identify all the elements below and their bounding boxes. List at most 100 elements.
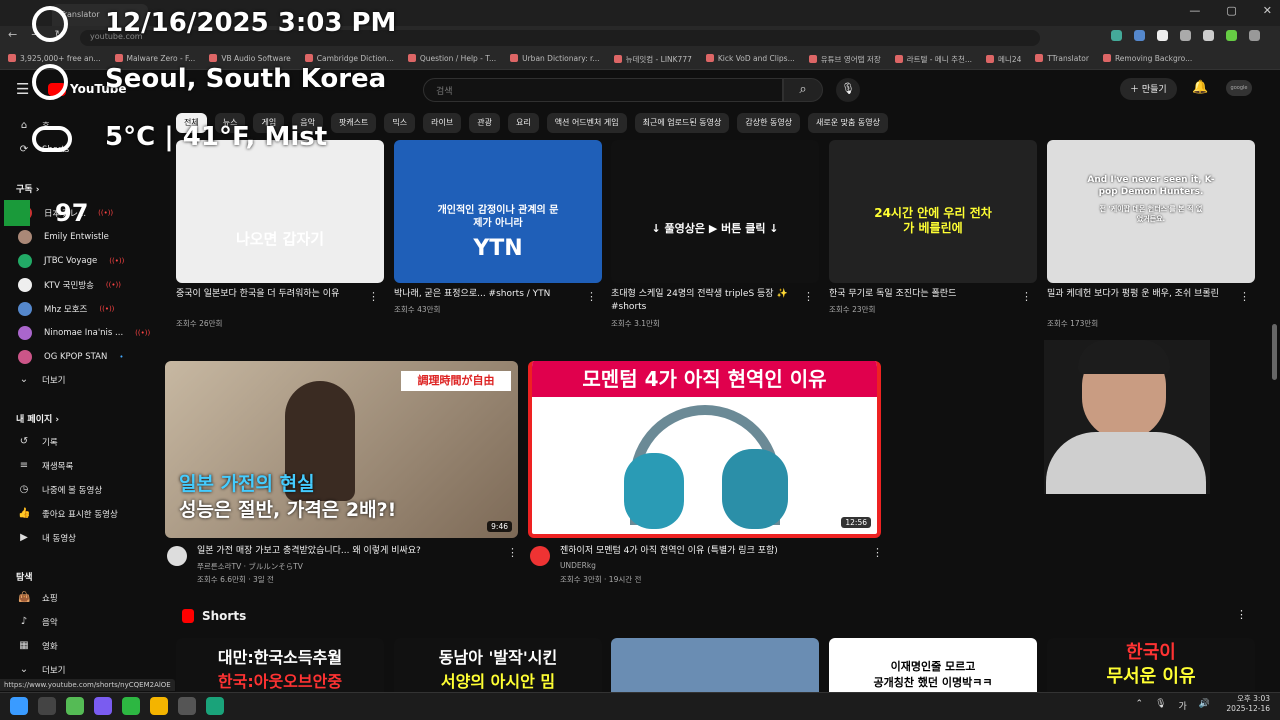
extension-icon[interactable] xyxy=(1111,30,1122,41)
short-card[interactable]: 동남아 '발작'시킨 서양의 아시안 밈 xyxy=(394,638,602,692)
video-card[interactable]: 調理時間が自由 일본 가전의 현실 성능은 절반, 가격은 2배?! 9:46 … xyxy=(165,361,518,591)
short-card[interactable]: 한국이 무서운 이유 xyxy=(1047,638,1255,692)
bookmark-item[interactable]: Removing Backgro... xyxy=(1103,54,1192,65)
video-card[interactable]: 24시간 안에 우리 전차가 베를린에 한국 무기로 독일 조진다는 폴란드 조… xyxy=(829,140,1037,330)
short-card[interactable]: 대만:한국소득추월 한국:아웃오브안중 xyxy=(176,638,384,692)
video-title[interactable]: 초대형 스케일 24명의 전략생 tripleS 등장 ✨ #shorts xyxy=(611,288,791,316)
bookmark-item[interactable]: 라트텔 - 메니 추천... xyxy=(895,54,972,65)
bookmark-item[interactable]: 3,925,000+ free an... xyxy=(8,54,101,65)
extension-icon[interactable] xyxy=(1226,30,1237,41)
sidebar-item-watch-later[interactable]: ◷ 나중에 볼 동영상 xyxy=(18,484,103,496)
chip[interactable]: 요리 xyxy=(507,113,539,133)
menu-icon[interactable] xyxy=(1249,30,1260,41)
close-window-button[interactable]: ✕ xyxy=(1263,4,1272,17)
chip[interactable]: 라이브 xyxy=(423,113,462,133)
more-options-icon[interactable]: ⋮ xyxy=(368,290,379,303)
sidebar-item-my-videos[interactable]: ▶ 내 동영상 xyxy=(18,532,76,544)
chip[interactable]: 팟캐스트 xyxy=(330,113,377,133)
video-title[interactable]: 박나래, 굳은 표정으로... #shorts / YTN xyxy=(394,288,574,302)
app-icon[interactable] xyxy=(66,697,84,715)
minimize-button[interactable]: — xyxy=(1189,4,1200,17)
channel-name[interactable]: UNDERkg xyxy=(560,561,596,570)
subscription-item[interactable]: Mhz 모호즈 ((•)) xyxy=(18,302,114,316)
video-title[interactable]: 일본 가전 매장 가보고 충격받았습니다... 왜 이렇게 비싸요? xyxy=(197,545,497,559)
hamburger-menu-icon[interactable]: ☰ xyxy=(16,80,29,98)
video-thumbnail[interactable]: 調理時間が自由 일본 가전의 현실 성능은 절반, 가격은 2배?! 9:46 xyxy=(165,361,518,538)
video-card[interactable]: 나오면 갑자기 중국이 일본보다 한국을 더 두려워하는 이유 조회수 26만회… xyxy=(176,140,384,330)
bookmark-item[interactable]: 유튜브 영어탭 저장 xyxy=(809,54,881,65)
video-title[interactable]: 젠하이저 모멘텀 4가 아직 현역인 이유 (특별가 링크 포함) xyxy=(560,545,860,559)
extension-icon[interactable] xyxy=(1157,30,1168,41)
search-button[interactable]: ⌕ xyxy=(783,78,823,102)
search-input[interactable]: 검색 xyxy=(423,78,783,102)
more-options-icon[interactable]: ⋮ xyxy=(803,290,814,303)
subscription-item[interactable]: OG KPOP STAN • xyxy=(18,350,123,364)
account-avatar[interactable]: google xyxy=(1226,80,1252,96)
video-title[interactable]: 한국 무기로 독일 조진다는 폴란드 xyxy=(829,288,1009,302)
sidebar-item-history[interactable]: ↺ 기록 xyxy=(18,436,58,448)
more-options-icon[interactable]: ⋮ xyxy=(1236,608,1247,621)
microphone-icon[interactable]: 🎙 xyxy=(1155,699,1166,712)
subscription-item[interactable]: Ninomae Ina'nis ... ((•)) xyxy=(18,326,150,340)
bookmark-item[interactable]: TTranslator xyxy=(1035,54,1089,65)
create-button[interactable]: ＋ 만들기 xyxy=(1120,78,1177,100)
bookmark-item[interactable]: Question / Help - T... xyxy=(408,54,496,65)
channel-avatar[interactable] xyxy=(530,546,550,566)
channel-name[interactable]: 쭈르른소라TV · ブルルンそらTV xyxy=(197,561,303,572)
extension-icon[interactable] xyxy=(1180,30,1191,41)
chrome-icon[interactable] xyxy=(150,697,168,715)
video-thumbnail[interactable]: ↓ 풀영상은 ▶ 버튼 클릭 ↓ xyxy=(611,140,819,283)
whatsapp-icon[interactable] xyxy=(122,697,140,715)
video-title[interactable]: 밀과 케데헌 보다가 펑펑 운 배우, 조쉬 브롤린 xyxy=(1047,288,1227,316)
ime-indicator[interactable]: 가 xyxy=(1179,699,1187,712)
video-thumbnail[interactable]: 모멘텀 4가 아직 현역인 이유 12:56 xyxy=(528,361,881,538)
voice-search-button[interactable]: 🎙 xyxy=(836,78,860,102)
video-thumbnail[interactable]: 24시간 안에 우리 전차가 베를린에 xyxy=(829,140,1037,283)
bookmark-item[interactable]: Urban Dictionary: r... xyxy=(510,54,599,65)
subscriptions-header[interactable]: 구독 › xyxy=(16,182,39,195)
discord-icon[interactable] xyxy=(94,697,112,715)
chip[interactable]: 관광 xyxy=(469,113,500,133)
more-options-icon[interactable]: ⋮ xyxy=(586,290,597,303)
extension-icon[interactable] xyxy=(1134,30,1145,41)
sidebar-item-music[interactable]: ♪ 음악 xyxy=(18,616,58,628)
chip[interactable]: 액션 어드벤처 게임 xyxy=(546,113,627,133)
sidebar-item-liked[interactable]: 👍 좋아요 표시한 동영상 xyxy=(18,508,118,520)
short-card[interactable] xyxy=(611,638,819,692)
subscription-item[interactable]: Emily Entwistle xyxy=(18,230,109,244)
chip[interactable]: 최근에 업로드된 동영상 xyxy=(634,113,730,133)
video-thumbnail[interactable]: And I've never seen it, K-pop Demon Hunt… xyxy=(1047,140,1255,283)
video-card[interactable]: And I've never seen it, K-pop Demon Hunt… xyxy=(1047,140,1255,330)
sidebar-item-movies[interactable]: ▦ 영화 xyxy=(18,640,57,652)
maximize-button[interactable]: ▢ xyxy=(1226,4,1236,17)
app-icon[interactable] xyxy=(178,697,196,715)
scrollbar-thumb[interactable] xyxy=(1272,324,1277,380)
search-icon[interactable] xyxy=(38,697,56,715)
sidebar-item-more[interactable]: ⌄ 더보기 xyxy=(18,374,66,386)
video-card[interactable]: 개인적인 감정이나 관계의 문제가 아니라 YTN 박나래, 굳은 표정으로..… xyxy=(394,140,602,330)
video-card[interactable]: 모멘텀 4가 아직 현역인 이유 12:56 젠하이저 모멘텀 4가 아직 현역… xyxy=(528,361,883,591)
sidebar-item-shopping[interactable]: 👜 쇼핑 xyxy=(18,592,58,604)
sidebar-item-playlists[interactable]: ≡ 재생목록 xyxy=(18,460,73,472)
sidebar-item-more-explore[interactable]: ⌄ 더보기 xyxy=(18,664,66,676)
video-title[interactable]: 중국이 일본보다 한국을 더 두려워하는 이유 xyxy=(176,288,356,316)
bookmark-item[interactable]: 뉴데잇컴 - LINK777 xyxy=(614,54,692,65)
video-card[interactable]: ↓ 풀영상은 ▶ 버튼 클릭 ↓ 초대형 스케일 24명의 전략생 triple… xyxy=(611,140,819,330)
my-page-header[interactable]: 내 페이지 › xyxy=(16,412,59,425)
chip[interactable]: 믹스 xyxy=(384,113,416,133)
volume-icon[interactable]: 🔊 xyxy=(1199,699,1210,712)
subscription-item[interactable]: KTV 국민방송 ((•)) xyxy=(18,278,121,292)
back-icon[interactable]: ← xyxy=(8,28,17,41)
tray-chevron-icon[interactable]: ⌃ xyxy=(1136,699,1144,712)
chip[interactable]: 감상한 동영상 xyxy=(737,113,801,133)
bookmark-item[interactable]: 메니24 xyxy=(986,54,1021,65)
extension-icon[interactable] xyxy=(1203,30,1214,41)
video-thumbnail[interactable]: 개인적인 감정이나 관계의 문제가 아니라 YTN xyxy=(394,140,602,283)
bookmark-item[interactable]: Kick VoD and Clips... xyxy=(706,54,795,65)
more-options-icon[interactable]: ⋮ xyxy=(1239,290,1250,303)
video-thumbnail[interactable]: 나오면 갑자기 xyxy=(176,140,384,283)
chip[interactable]: 새로운 맞춤 동영상 xyxy=(808,113,889,133)
subscription-item[interactable]: JTBC Voyage ((•)) xyxy=(18,254,124,268)
more-options-icon[interactable]: ⋮ xyxy=(1021,290,1032,303)
more-options-icon[interactable]: ⋮ xyxy=(507,546,518,559)
